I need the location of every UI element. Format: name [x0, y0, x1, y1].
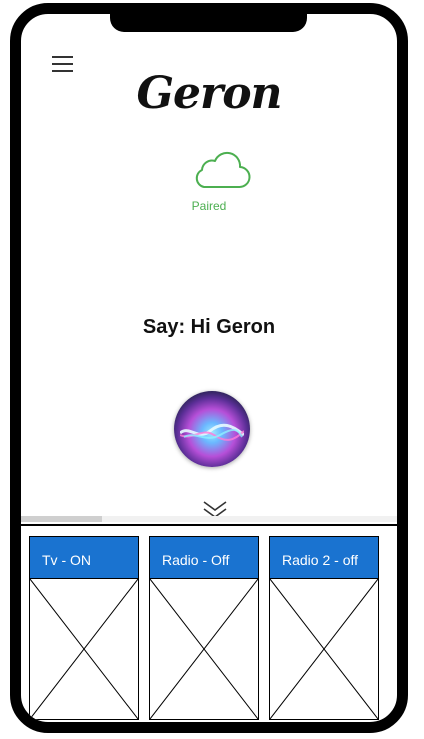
voice-prompt-text: Say: Hi Geron — [142, 316, 276, 338]
phone-notch — [110, 14, 307, 32]
phone-frame: Geron Paired Say: Hi Geron Tv - ON Radio… — [10, 3, 408, 733]
image-placeholder — [30, 579, 138, 719]
pairing-status-label: Paired — [191, 199, 227, 213]
image-placeholder — [150, 579, 258, 719]
device-card-title: Radio 2 - off — [270, 537, 378, 579]
device-card-radio[interactable]: Radio - Off — [149, 536, 259, 720]
horizontal-scrollbar[interactable] — [21, 516, 397, 522]
cloud-icon — [195, 151, 251, 189]
voice-wave-graphic — [180, 423, 244, 441]
scrollbar-thumb[interactable] — [21, 516, 102, 522]
device-card-title: Tv - ON — [30, 537, 138, 579]
image-placeholder — [270, 579, 378, 719]
section-divider — [21, 524, 397, 526]
device-card-title: Radio - Off — [150, 537, 258, 579]
app-logo: Geron — [136, 68, 282, 119]
device-card-tv[interactable]: Tv - ON — [29, 536, 139, 720]
siri-orb-icon[interactable] — [174, 391, 250, 467]
device-card-radio-2[interactable]: Radio 2 - off — [269, 536, 379, 720]
